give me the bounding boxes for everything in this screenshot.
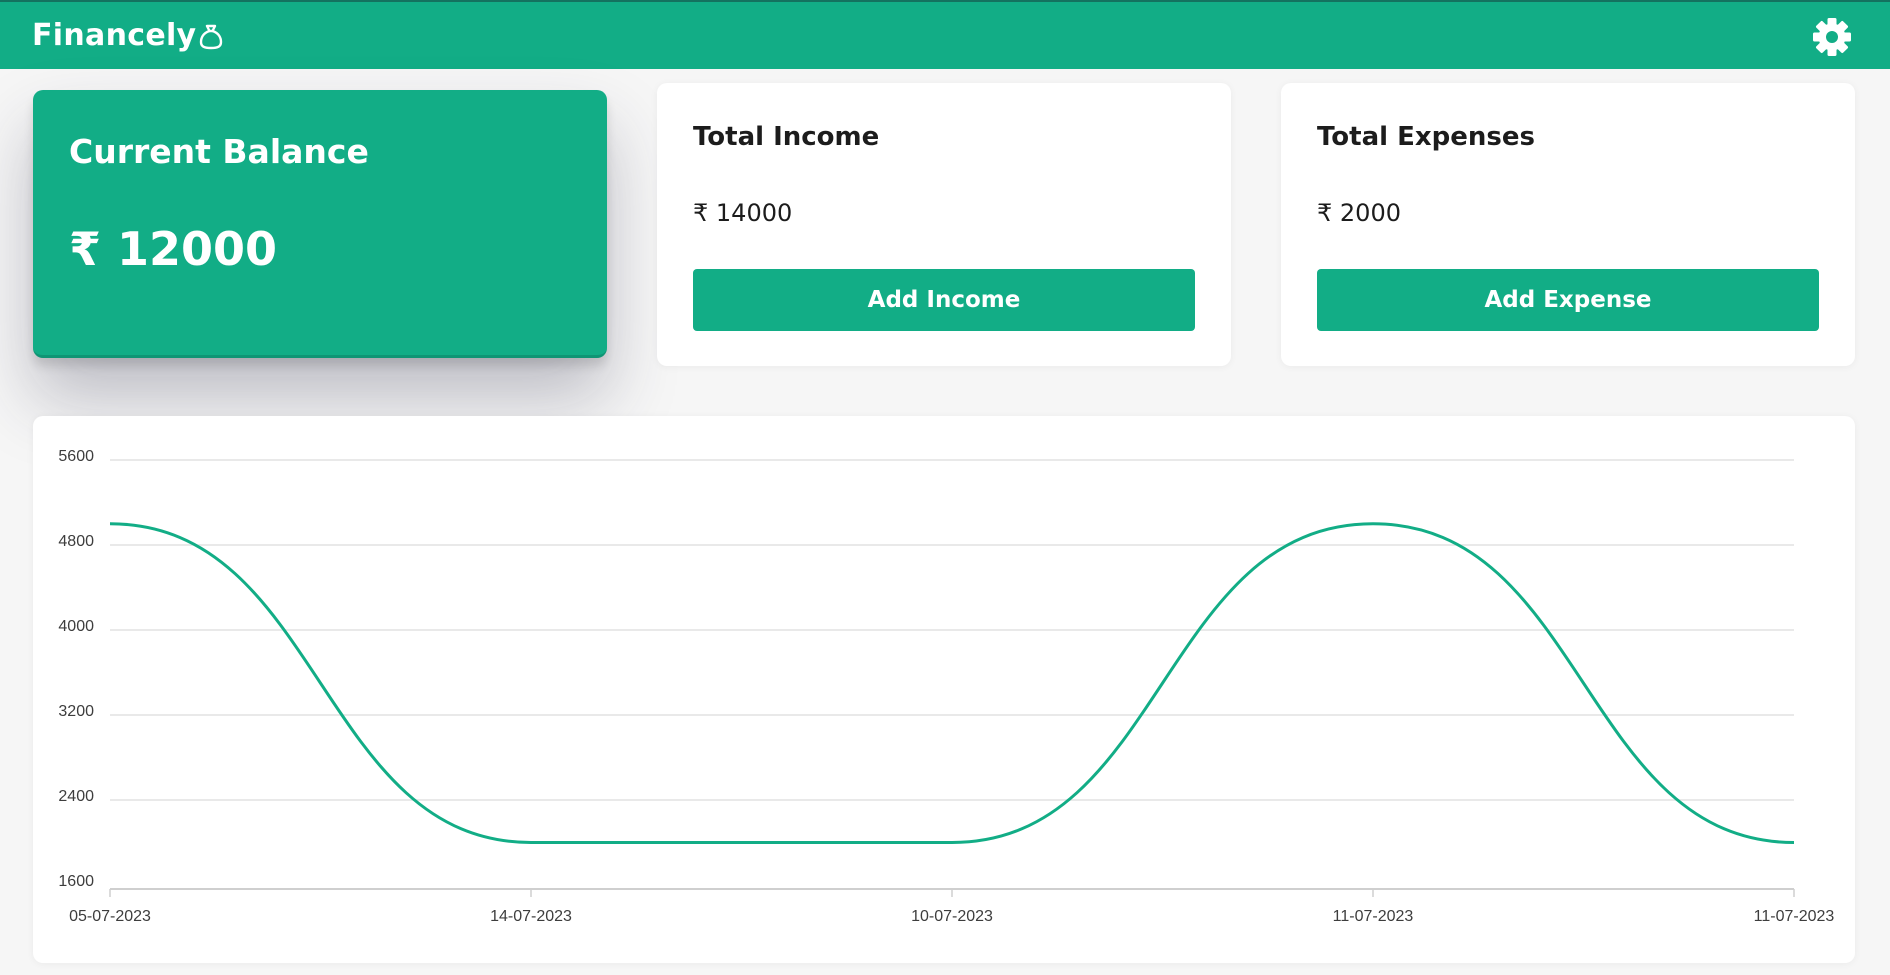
add-income-button[interactable]: Add Income bbox=[693, 269, 1195, 331]
income-title: Total Income bbox=[693, 122, 880, 152]
brand-name: Financely bbox=[32, 18, 197, 53]
brand-logo[interactable]: Financely bbox=[32, 18, 223, 54]
money-bag-icon bbox=[199, 22, 223, 50]
total-income-card: Total Income ₹ 14000 Add Income bbox=[657, 83, 1231, 366]
balance-line-chart: 1600 2400 3200 4000 4800 5600 05-07-2023 14-07-… bbox=[58, 448, 1835, 925]
top-bar: Financely bbox=[0, 0, 1890, 69]
current-balance-card: Current Balance ₹ 12000 bbox=[33, 90, 607, 358]
income-value: ₹ 14000 bbox=[693, 199, 793, 227]
y-tick-label: 5600 bbox=[58, 448, 94, 465]
total-expenses-card: Total Expenses ₹ 2000 Add Expense bbox=[1281, 83, 1855, 366]
balance-value: ₹ 12000 bbox=[69, 222, 278, 276]
balance-series-line bbox=[109, 522, 1795, 844]
gear-icon[interactable] bbox=[1812, 17, 1852, 57]
x-tick-label: 14-07-2023 bbox=[490, 908, 572, 925]
y-tick-label: 2400 bbox=[58, 788, 94, 805]
balance-title: Current Balance bbox=[69, 132, 369, 171]
y-tick-label: 4000 bbox=[58, 618, 94, 635]
y-tick-label: 4800 bbox=[58, 533, 94, 550]
x-tick-label: 11-07-2023 bbox=[1333, 908, 1414, 925]
balance-chart-card: 1600 2400 3200 4000 4800 5600 05-07-2023 14-07-… bbox=[33, 416, 1855, 963]
add-expense-button[interactable]: Add Expense bbox=[1317, 269, 1819, 331]
y-tick-label: 3200 bbox=[58, 703, 94, 720]
expenses-value: ₹ 2000 bbox=[1317, 199, 1401, 227]
x-tick-label: 10-07-2023 bbox=[911, 908, 993, 925]
y-tick-label: 1600 bbox=[58, 873, 94, 890]
x-tick-label: 11-07-2023 bbox=[1754, 908, 1835, 925]
expenses-title: Total Expenses bbox=[1317, 122, 1535, 152]
x-tick-label: 05-07-2023 bbox=[69, 908, 151, 925]
